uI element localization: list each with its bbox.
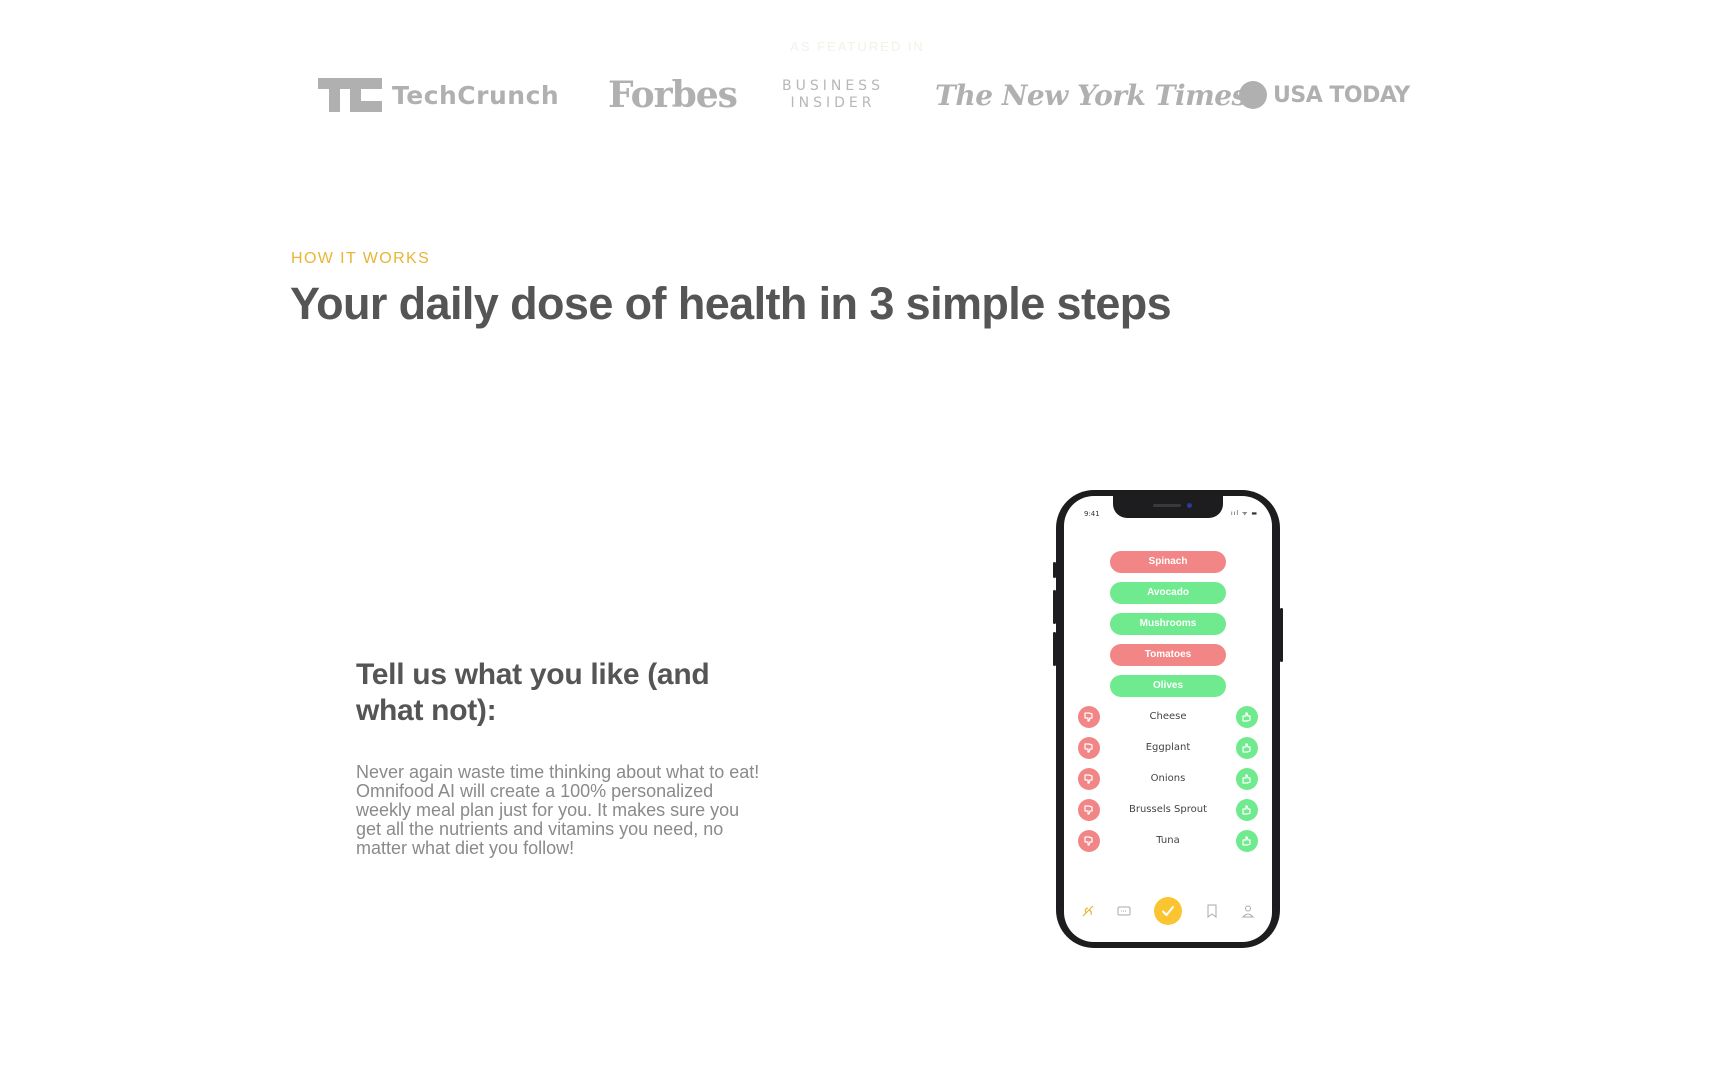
usa-today-logo: USA TODAY bbox=[1239, 70, 1410, 120]
tab-check[interactable] bbox=[1152, 896, 1184, 926]
usa-today-wordmark: USA TODAY bbox=[1273, 82, 1410, 108]
tab-profile[interactable] bbox=[1236, 896, 1260, 926]
business-insider-line2: INSIDER bbox=[790, 95, 876, 111]
profile-icon bbox=[1241, 905, 1255, 918]
phone-side-button bbox=[1053, 562, 1056, 578]
food-name: Tuna bbox=[1156, 835, 1180, 846]
techcrunch-mark-icon bbox=[318, 78, 382, 112]
status-icons: ııl ᯤ ▬ bbox=[1231, 510, 1258, 517]
page: As featured in TechCrunch Forbes BUSINES… bbox=[0, 0, 1715, 1070]
food-row: Eggplant bbox=[1078, 737, 1258, 759]
thumbs-down-button[interactable] bbox=[1078, 768, 1100, 790]
food-row: Cheese bbox=[1078, 706, 1258, 728]
tab-plant[interactable] bbox=[1076, 896, 1100, 926]
nyt-wordmark: The New York Times bbox=[935, 78, 1247, 112]
thumbs-down-button[interactable] bbox=[1078, 830, 1100, 852]
business-insider-line1: BUSINESS bbox=[782, 78, 884, 94]
phone-tab-bar bbox=[1064, 896, 1272, 926]
food-pill-spinach[interactable]: Spinach bbox=[1110, 551, 1226, 573]
phone-side-button bbox=[1053, 590, 1056, 624]
techcrunch-logo: TechCrunch bbox=[318, 70, 559, 120]
bookmark-icon bbox=[1207, 904, 1217, 918]
food-row: Tuna bbox=[1078, 830, 1258, 852]
tab-bookmark[interactable] bbox=[1200, 896, 1224, 926]
status-time: 9:41 bbox=[1084, 510, 1100, 518]
featured-logos: TechCrunch Forbes BUSINESS INSIDER The N… bbox=[318, 70, 1418, 120]
thumbs-down-icon bbox=[1084, 774, 1093, 784]
thumbs-down-icon bbox=[1084, 836, 1093, 846]
nyt-logo: The New York Times bbox=[935, 70, 1247, 120]
thumbs-up-button[interactable] bbox=[1236, 768, 1258, 790]
forbes-logo: Forbes bbox=[608, 70, 738, 120]
thumbs-down-button[interactable] bbox=[1078, 799, 1100, 821]
phone-notch bbox=[1113, 496, 1223, 518]
thumbs-up-button[interactable] bbox=[1236, 737, 1258, 759]
thumbs-up-button[interactable] bbox=[1236, 799, 1258, 821]
check-icon bbox=[1162, 906, 1174, 916]
food-row: Brussels Sprout bbox=[1078, 799, 1258, 821]
thumbs-up-icon bbox=[1242, 805, 1251, 815]
thumbs-up-icon bbox=[1242, 774, 1251, 784]
camera-icon bbox=[1187, 503, 1192, 508]
food-name: Brussels Sprout bbox=[1128, 804, 1207, 815]
food-pill-mushrooms[interactable]: Mushrooms bbox=[1110, 613, 1226, 635]
thumbs-down-icon bbox=[1084, 743, 1093, 753]
thumbs-down-icon bbox=[1084, 712, 1093, 722]
food-name: Cheese bbox=[1149, 711, 1187, 722]
phone-mockup: 9:41 ııl ᯤ ▬ Spinach Avocado Mushrooms T… bbox=[1053, 490, 1283, 948]
step-description: Never again waste time thinking about wh… bbox=[356, 762, 760, 858]
food-name: Eggplant bbox=[1145, 742, 1191, 753]
phone-side-button bbox=[1280, 608, 1283, 662]
thumbs-up-icon bbox=[1242, 743, 1251, 753]
thumbs-down-button[interactable] bbox=[1078, 706, 1100, 728]
food-row: Onions bbox=[1078, 768, 1258, 790]
step-title: Tell us what you like (and what not): bbox=[356, 658, 710, 727]
tab-chat[interactable] bbox=[1112, 896, 1136, 926]
speaker-icon bbox=[1153, 504, 1181, 507]
thumbs-down-button[interactable] bbox=[1078, 737, 1100, 759]
thumbs-up-icon bbox=[1242, 836, 1251, 846]
section-heading: Your daily dose of health in 3 simple st… bbox=[290, 278, 1172, 329]
phone-screen: 9:41 ııl ᯤ ▬ Spinach Avocado Mushrooms T… bbox=[1064, 496, 1272, 942]
thumbs-down-icon bbox=[1084, 805, 1093, 815]
thumbs-up-icon bbox=[1242, 712, 1251, 722]
food-pill-tomatoes[interactable]: Tomatoes bbox=[1110, 644, 1226, 666]
forbes-wordmark: Forbes bbox=[608, 74, 738, 116]
active-tab-circle bbox=[1154, 897, 1182, 925]
usa-today-dot-icon bbox=[1239, 81, 1267, 109]
food-name: Onions bbox=[1150, 773, 1186, 784]
thumbs-up-button[interactable] bbox=[1236, 706, 1258, 728]
food-pill-avocado[interactable]: Avocado bbox=[1110, 582, 1226, 604]
chat-icon bbox=[1117, 906, 1131, 916]
phone-side-button bbox=[1053, 632, 1056, 666]
plant-icon bbox=[1082, 905, 1094, 917]
featured-heading: As featured in bbox=[790, 39, 925, 54]
section-subheading: HOW IT WORKS bbox=[291, 250, 431, 267]
food-pill-olives[interactable]: Olives bbox=[1110, 675, 1226, 697]
thumbs-up-button[interactable] bbox=[1236, 830, 1258, 852]
business-insider-logo: BUSINESS INSIDER bbox=[782, 70, 884, 120]
techcrunch-wordmark: TechCrunch bbox=[392, 80, 560, 110]
